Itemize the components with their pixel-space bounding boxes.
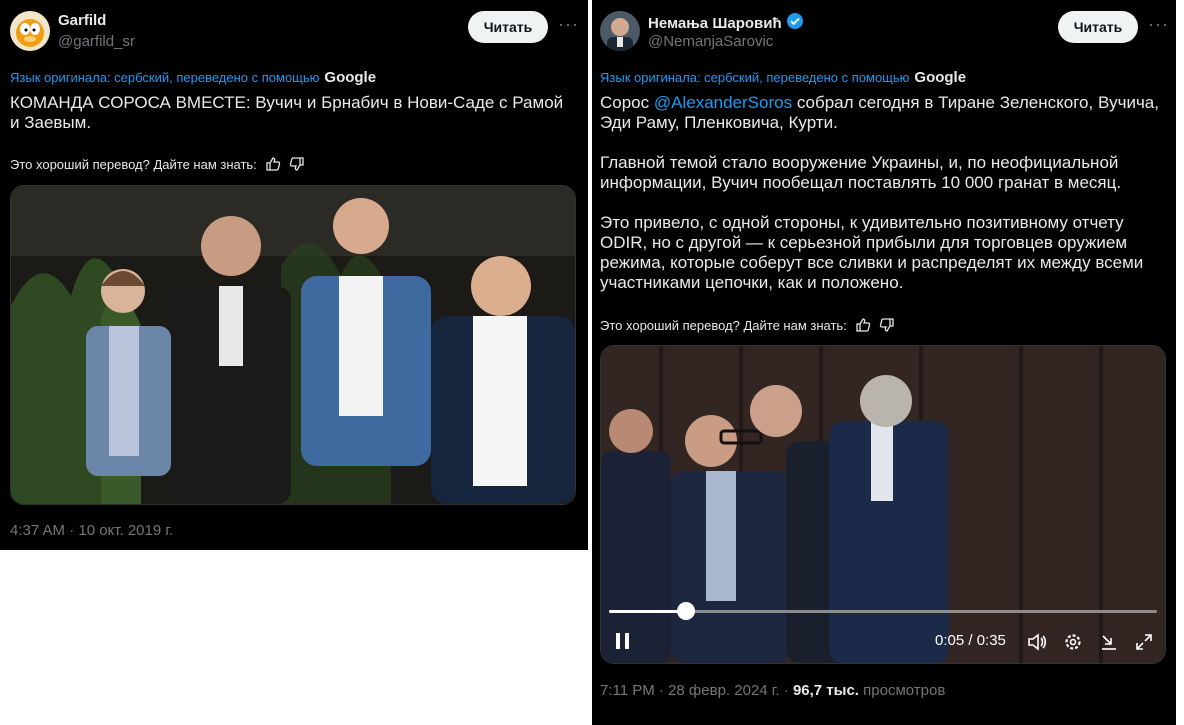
video-progress-fill [609,610,686,613]
volume-icon[interactable] [1027,632,1047,657]
tweet-photo[interactable] [10,185,576,505]
translation-note-text[interactable]: Язык оригинала: сербский, переведено с п… [600,70,909,85]
author-name-row: Немања Шаровић [648,12,804,34]
translation-feedback: Это хороший перевод? Дайте нам знать: [10,156,305,172]
tweet-meta: 7:11 PM · 28 февр. 2024 г. · 96,7 тыс. п… [600,682,945,699]
tweet-card-garfild: Garfild @garfild_sr Читать ··· Язык ориг… [0,0,588,550]
tweet-paragraph-2: Главной темой стало вооружение Украины, … [600,153,1122,192]
tweet-paragraph-3: Это привело, с одной стороны, к удивител… [600,213,1144,292]
thumbs-down-icon[interactable] [289,156,305,172]
tweet-text: Сорос @AlexanderSoros собрал сегодня в Т… [600,93,1160,313]
verified-badge-icon [786,12,804,34]
views-count: 96,7 тыс. [792,682,859,699]
pause-icon[interactable] [615,632,631,655]
avatar[interactable] [10,11,50,51]
tweet-card-sarovic: Немања Шаровић @NemanjaSarovic Читать ··… [592,0,1176,725]
author-handle[interactable]: @garfild_sr [58,33,135,50]
translation-note: Язык оригинала: сербский, переведено с п… [600,69,966,86]
follow-button[interactable]: Читать [468,11,548,43]
translation-note: Язык оригинала: сербский, переведено с п… [10,69,376,86]
more-options-icon[interactable]: ··· [558,14,579,35]
tweet-timestamp[interactable]: 7:11 PM · 28 февр. 2024 г. · [600,682,793,699]
fullscreen-icon[interactable] [1134,632,1154,657]
minimize-icon[interactable] [1099,632,1119,657]
tweet-timestamp[interactable]: 4:37 AM · 10 окт. 2019 г. [10,522,173,539]
google-logo: Google [324,69,377,86]
settings-icon[interactable] [1063,632,1083,657]
feedback-prompt: Это хороший перевод? Дайте нам знать: [10,156,257,172]
google-logo: Google [914,69,967,86]
translation-note-text[interactable]: Язык оригинала: сербский, переведено с п… [10,70,319,85]
more-options-icon[interactable]: ··· [1148,14,1169,35]
tweet-paragraph-1: Сорос @AlexanderSoros собрал сегодня в Т… [600,93,1160,133]
thumbs-down-icon[interactable] [879,317,895,333]
thumbs-up-icon[interactable] [265,156,281,172]
follow-button[interactable]: Читать [1058,11,1138,43]
views-label: просмотров [858,682,946,699]
video-progress-track[interactable] [609,602,1157,620]
thumbs-up-icon[interactable] [855,317,871,333]
mention-link[interactable]: @AlexanderSoros [654,93,792,112]
text-prefix: Сорос [600,93,654,112]
author-name[interactable]: Немања Шаровић [648,15,782,32]
feedback-prompt: Это хороший перевод? Дайте нам знать: [600,317,847,333]
tweet-text: КОМАНДА СОРОСА ВМЕСТЕ: Вучич и Брнабич в… [10,93,564,132]
avatar[interactable] [600,11,640,51]
video-player[interactable]: 0:05 / 0:35 [600,345,1166,664]
video-scrubber-handle[interactable] [676,602,695,620]
video-time: 0:05 / 0:35 [935,632,1006,649]
translation-feedback: Это хороший перевод? Дайте нам знать: [600,317,895,333]
author-handle[interactable]: @NemanjaSarovic [648,33,773,50]
author-name[interactable]: Garfild [58,12,106,29]
